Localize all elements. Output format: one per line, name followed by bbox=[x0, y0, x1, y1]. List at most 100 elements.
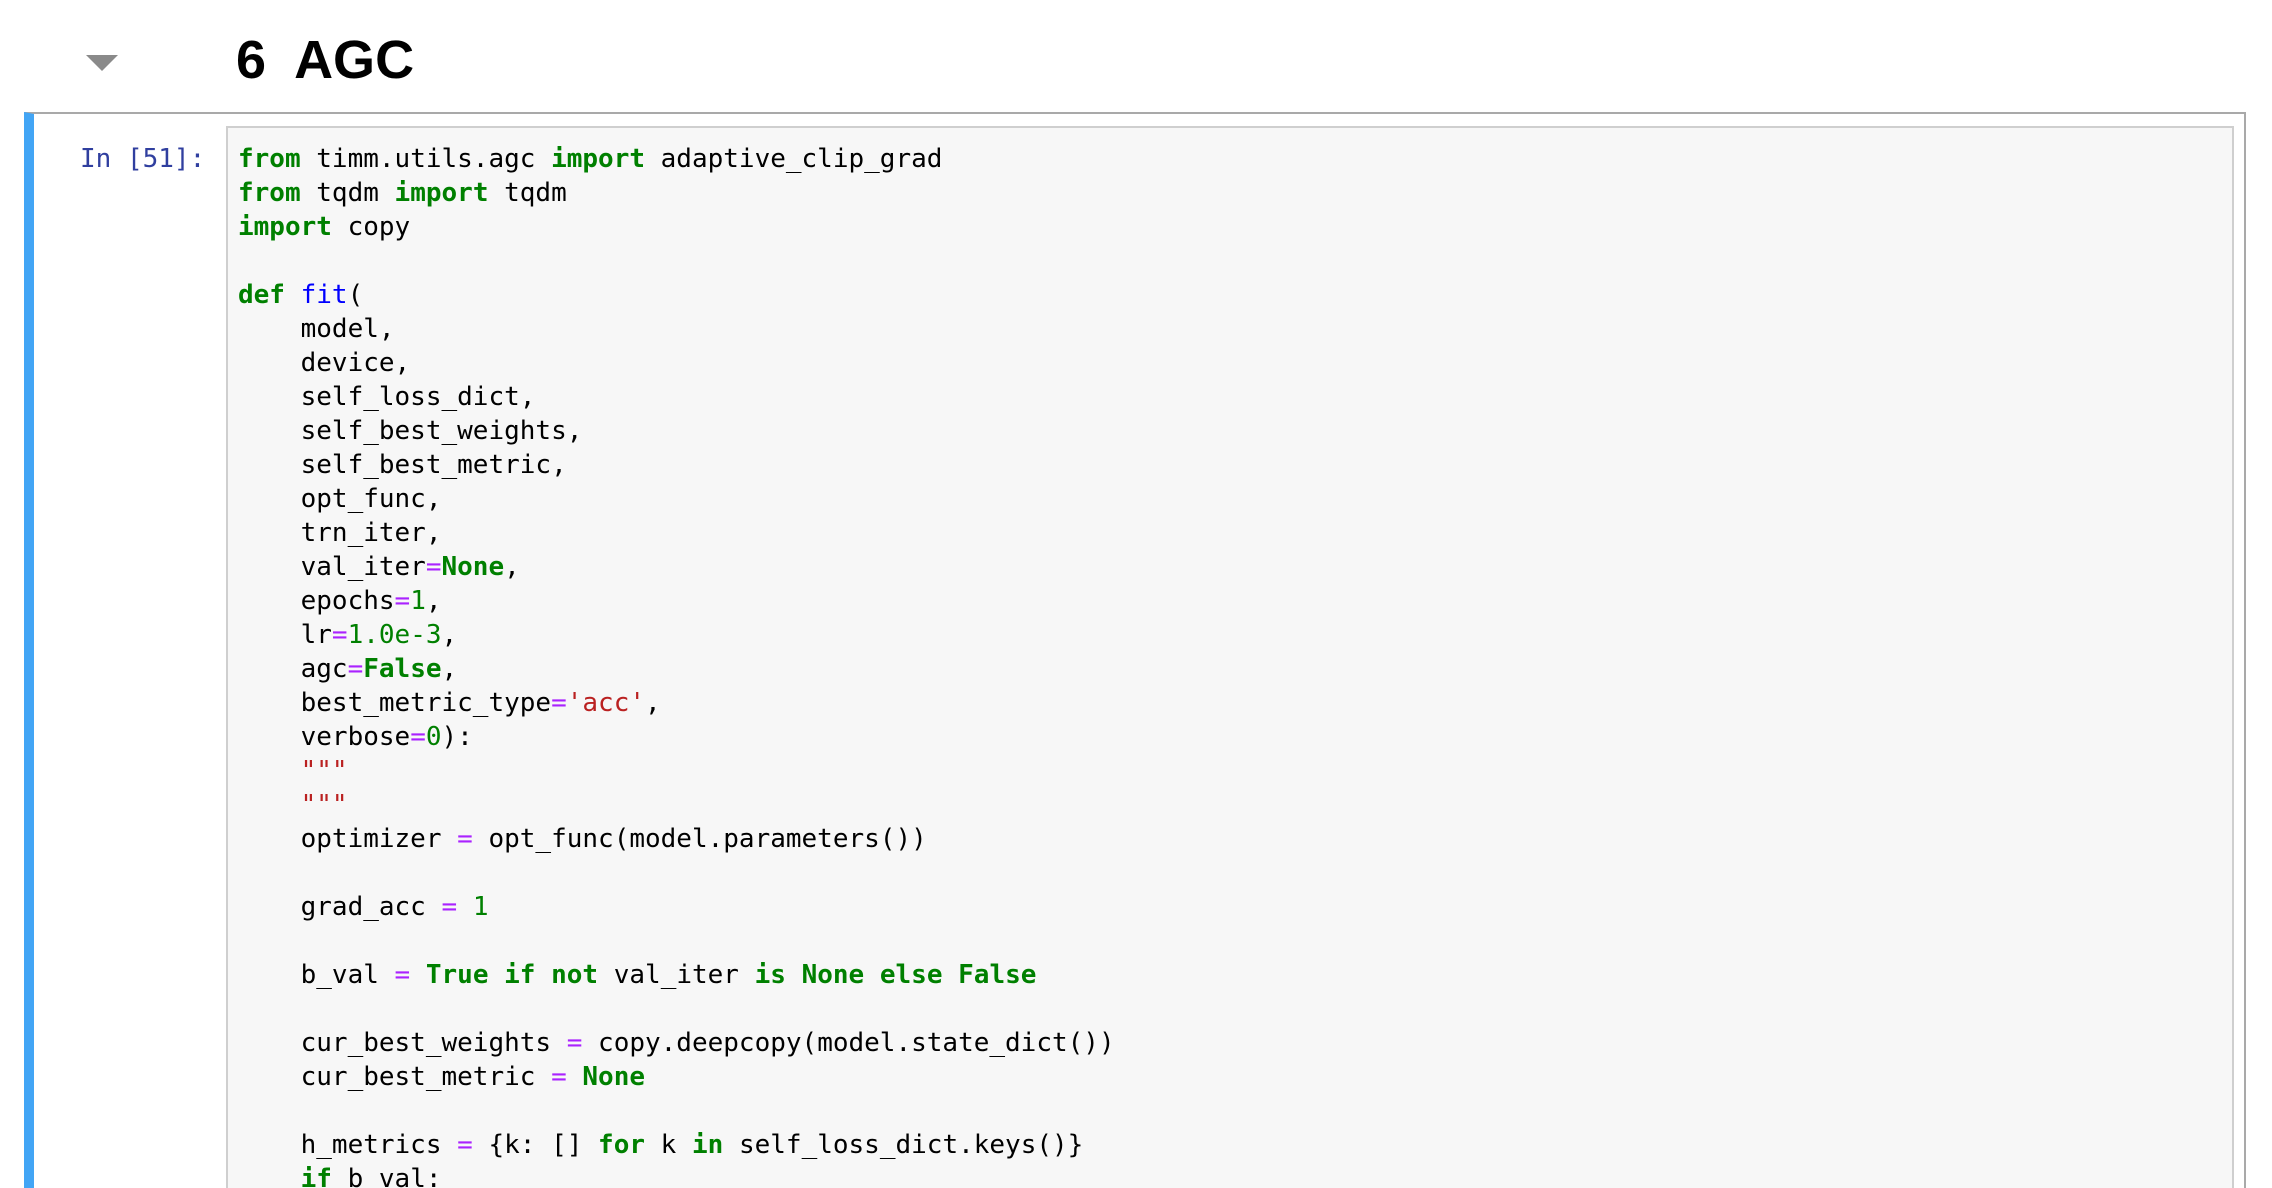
code-token: if bbox=[504, 960, 536, 990]
code-token: fit bbox=[300, 280, 348, 310]
code-token: self_best_weights, bbox=[238, 416, 583, 446]
code-token: = bbox=[347, 654, 364, 684]
code-token: = bbox=[394, 960, 411, 990]
code-token: cur_best_weights bbox=[238, 1028, 567, 1058]
code-token: = bbox=[441, 892, 458, 922]
code-token: trn_iter, bbox=[238, 518, 442, 548]
code-token: = bbox=[331, 620, 348, 650]
code-token: opt_func(model.parameters()) bbox=[472, 824, 927, 854]
code-token: best_metric_type bbox=[238, 688, 552, 718]
code-token: agc bbox=[238, 654, 348, 684]
code-token: import bbox=[394, 178, 489, 208]
code-token: import bbox=[238, 212, 332, 242]
code-token: = bbox=[394, 586, 411, 616]
code-line: opt_func, bbox=[238, 482, 1115, 516]
code-token: 'acc' bbox=[566, 688, 646, 718]
code-token: k bbox=[645, 1130, 692, 1160]
code-line: from timm.utils.agc import adaptive_clip… bbox=[238, 142, 1115, 176]
code-token: self_best_metric, bbox=[238, 450, 567, 480]
code-token: = bbox=[457, 824, 473, 854]
code-token: 0 bbox=[425, 722, 442, 752]
code-token: model, bbox=[238, 314, 395, 344]
code-token: None bbox=[441, 552, 505, 582]
code-line: verbose=0): bbox=[238, 720, 1115, 754]
code-line: h_metrics = {k: [] for k in self_loss_di… bbox=[238, 1128, 1115, 1162]
code-token: False bbox=[958, 960, 1037, 990]
code-token: = bbox=[551, 688, 567, 718]
code-token: , bbox=[645, 688, 661, 718]
code-token: , bbox=[441, 620, 458, 650]
code-line: optimizer = opt_func(model.parameters()) bbox=[238, 822, 1115, 856]
section-number: 6 bbox=[236, 30, 267, 90]
code-token: copy bbox=[331, 212, 411, 242]
input-prompt: In [51]: bbox=[80, 144, 206, 174]
section-heading-row: 6 AGC bbox=[0, 0, 2272, 110]
code-line: best_metric_type='acc', bbox=[238, 686, 1115, 720]
code-line: cur_best_weights = copy.deepcopy(model.s… bbox=[238, 1026, 1115, 1060]
code-token: self_loss_dict, bbox=[238, 382, 536, 412]
section-title: 6 AGC bbox=[236, 24, 414, 96]
code-token: epochs bbox=[238, 586, 395, 616]
code-token: device, bbox=[238, 348, 411, 378]
code-token: {k: [] bbox=[472, 1130, 599, 1160]
code-token: None bbox=[582, 1062, 646, 1092]
code-token: opt_func, bbox=[238, 484, 442, 514]
collapse-triangle-icon[interactable] bbox=[86, 55, 118, 71]
code-line: lr=1.0e-3, bbox=[238, 618, 1115, 652]
code-line: """ bbox=[238, 788, 1115, 822]
code-token: verbose bbox=[238, 722, 411, 752]
code-token: lr bbox=[238, 620, 332, 650]
code-token: is bbox=[754, 960, 786, 990]
code-token: in bbox=[691, 1130, 724, 1160]
code-token: ): bbox=[441, 722, 473, 752]
code-token: 1.0e-3 bbox=[347, 620, 442, 650]
code-token: 1 bbox=[472, 892, 489, 922]
code-token: tqdm bbox=[300, 178, 395, 208]
code-line: from tqdm import tqdm bbox=[238, 176, 1115, 210]
code-line: def fit( bbox=[238, 278, 1115, 312]
code-token: from bbox=[238, 144, 301, 174]
code-token: , bbox=[425, 586, 442, 616]
code-token: False bbox=[363, 654, 442, 684]
code-token: tqdm bbox=[488, 178, 567, 208]
code-token: 1 bbox=[410, 586, 426, 616]
code-token: import bbox=[551, 144, 645, 174]
code-token: cur_best_metric bbox=[238, 1062, 552, 1092]
code-token: val_iter bbox=[598, 960, 755, 990]
section-title-text: AGC bbox=[294, 30, 415, 90]
code-line: grad_acc = 1 bbox=[238, 890, 1115, 924]
code-token: if bbox=[300, 1164, 332, 1188]
code-line: self_loss_dict, bbox=[238, 380, 1115, 414]
code-token: ( bbox=[347, 280, 364, 310]
code-line: cur_best_metric = None bbox=[238, 1060, 1115, 1094]
code-token: = bbox=[566, 1028, 583, 1058]
code-token: = bbox=[410, 722, 426, 752]
code-token: self_loss_dict.keys()} bbox=[723, 1130, 1084, 1160]
code-token: = bbox=[457, 1130, 473, 1160]
code-token: True bbox=[425, 960, 489, 990]
code-token: b_val: bbox=[331, 1164, 442, 1188]
code-token: None bbox=[801, 960, 865, 990]
code-token: copy.deepcopy(model.state_dict()) bbox=[582, 1028, 1115, 1058]
code-block[interactable]: from timm.utils.agc import adaptive_clip… bbox=[238, 142, 1115, 1188]
code-token: = bbox=[425, 552, 442, 582]
code-editor[interactable]: from timm.utils.agc import adaptive_clip… bbox=[226, 126, 2234, 1188]
code-line: self_best_weights, bbox=[238, 414, 1115, 448]
code-token: for bbox=[598, 1130, 646, 1160]
code-line: epochs=1, bbox=[238, 584, 1115, 618]
code-token: grad_acc bbox=[238, 892, 442, 922]
code-token: val_iter bbox=[238, 552, 426, 582]
code-token: optimizer bbox=[238, 824, 458, 854]
code-token: from bbox=[238, 178, 301, 208]
